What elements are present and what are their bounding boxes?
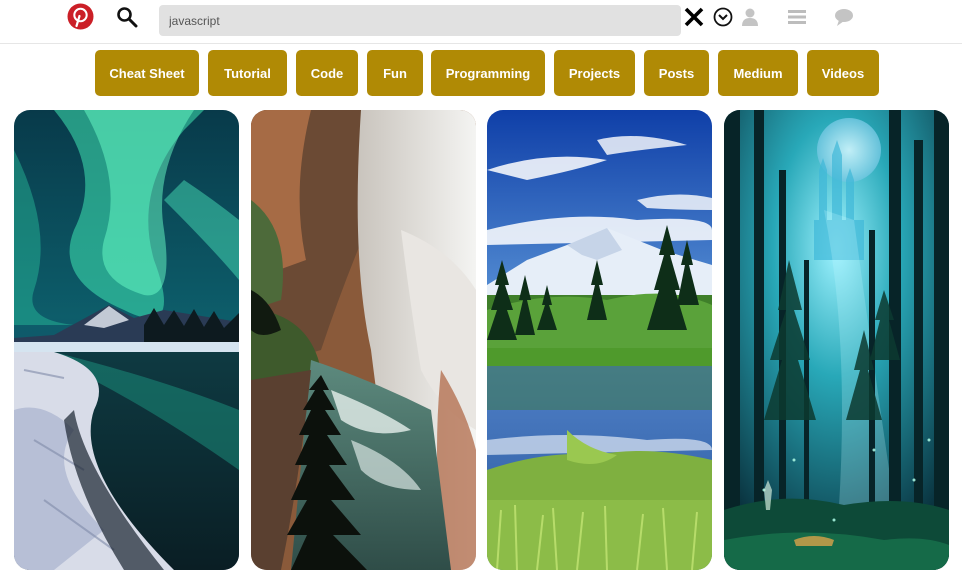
- pin-image-mountain-lake: [487, 110, 712, 570]
- pin-image-waterfall: [251, 110, 476, 570]
- search-field: [159, 5, 681, 36]
- chip-medium[interactable]: Medium: [718, 50, 798, 96]
- category-chips: Cheat Sheet Tutorial Code Fun Programmin…: [0, 50, 962, 96]
- search-icon[interactable]: [115, 5, 139, 29]
- chevron-down-circle-icon[interactable]: [712, 6, 734, 28]
- chip-programming[interactable]: Programming: [431, 50, 545, 96]
- chat-bubble-icon[interactable]: [833, 6, 855, 28]
- pin-card-enchanted-forest[interactable]: [724, 110, 949, 570]
- chip-projects[interactable]: Projects: [554, 50, 635, 96]
- chip-code[interactable]: Code: [296, 50, 358, 96]
- pin-card-mountain-lake[interactable]: [487, 110, 712, 570]
- pinterest-logo-icon[interactable]: [67, 3, 94, 30]
- pin-card-waterfall[interactable]: [251, 110, 476, 570]
- pin-image-enchanted-forest: [724, 110, 949, 570]
- chip-posts[interactable]: Posts: [644, 50, 709, 96]
- pin-image-aurora: [14, 110, 239, 570]
- chip-fun[interactable]: Fun: [367, 50, 423, 96]
- user-icon[interactable]: [739, 6, 761, 28]
- top-bar: [0, 0, 962, 44]
- search-input[interactable]: [159, 5, 681, 36]
- menu-icon[interactable]: [786, 7, 808, 27]
- chip-cheat-sheet[interactable]: Cheat Sheet: [95, 50, 199, 96]
- chip-videos[interactable]: Videos: [807, 50, 879, 96]
- chip-tutorial[interactable]: Tutorial: [208, 50, 287, 96]
- close-icon[interactable]: [683, 6, 705, 28]
- pin-card-aurora[interactable]: [14, 110, 239, 570]
